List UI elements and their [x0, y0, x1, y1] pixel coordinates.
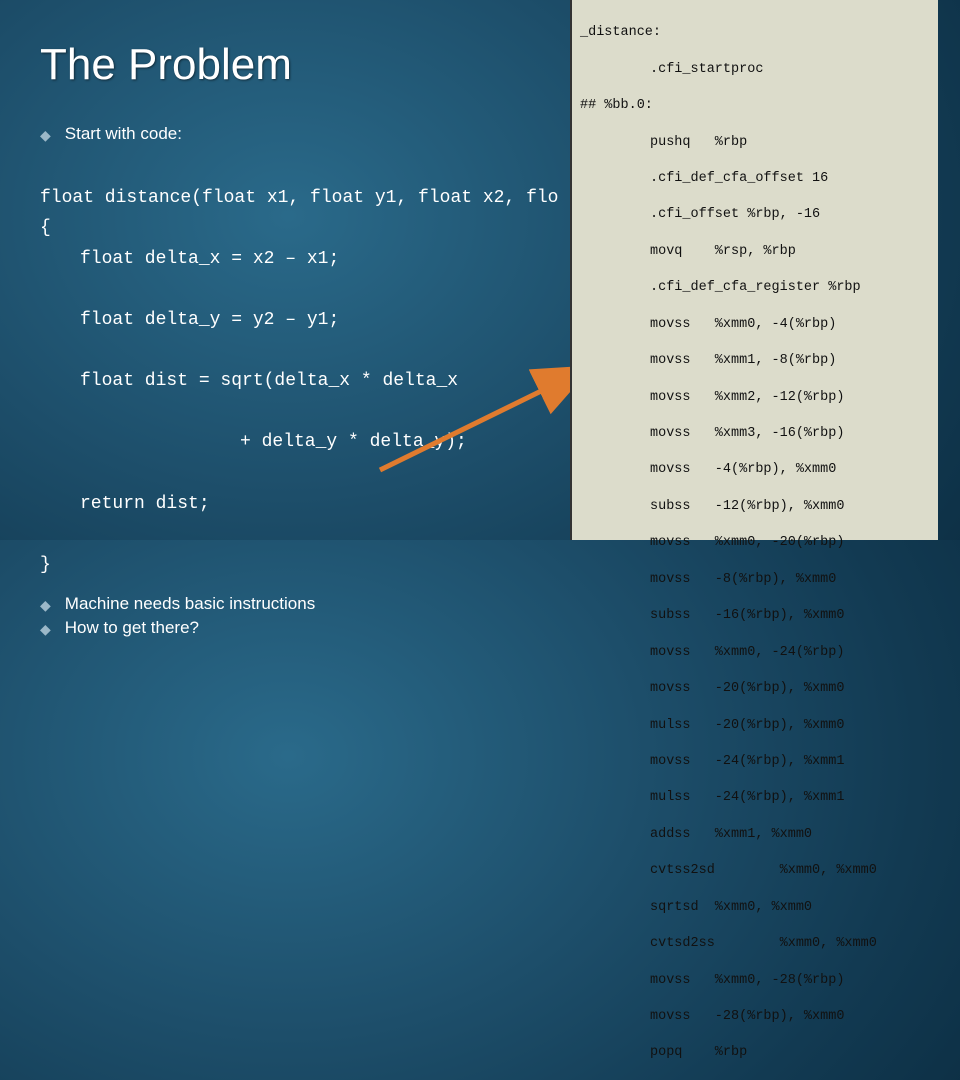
code-line: float delta_x = x2 – x1;: [40, 244, 560, 275]
asm-line: movss %xmm0, -20(%rbp): [580, 534, 930, 552]
diamond-icon: ◆: [40, 127, 51, 144]
diamond-icon: ◆: [40, 621, 51, 638]
asm-line: .cfi_def_cfa_offset 16: [580, 170, 930, 188]
asm-line: .cfi_offset %rbp, -16: [580, 206, 930, 224]
asm-line: movss -20(%rbp), %xmm0: [580, 680, 930, 698]
asm-line: ## %bb.0:: [580, 97, 930, 115]
code-line: float dist = sqrt(delta_x * delta_x: [40, 366, 560, 397]
source-code-block: float distance(float x1, float y1, float…: [40, 152, 560, 580]
asm-line: .cfi_startproc: [580, 61, 930, 79]
code-line: }: [40, 555, 51, 575]
code-line: {: [40, 218, 51, 238]
asm-line: movss -28(%rbp), %xmm0: [580, 1008, 930, 1026]
asm-line: movss -8(%rbp), %xmm0: [580, 571, 930, 589]
diamond-icon: ◆: [40, 597, 51, 614]
code-line: return dist;: [40, 489, 560, 520]
asm-line: movss %xmm2, -12(%rbp): [580, 389, 930, 407]
asm-line: movss -24(%rbp), %xmm1: [580, 753, 930, 771]
asm-line: movss %xmm0, -28(%rbp): [580, 972, 930, 990]
asm-line: sqrtsd %xmm0, %xmm0: [580, 899, 930, 917]
asm-line: cvtss2sd %xmm0, %xmm0: [580, 862, 930, 880]
bullet-label: Start with code:: [65, 124, 182, 144]
asm-line: movss %xmm3, -16(%rbp): [580, 425, 930, 443]
asm-line: addss %xmm1, %xmm0: [580, 826, 930, 844]
bullet-machine-needs: ◆ Machine needs basic instructions: [40, 594, 560, 614]
asm-line: movss %xmm0, -24(%rbp): [580, 644, 930, 662]
asm-line: movq %rsp, %rbp: [580, 243, 930, 261]
asm-line: movss -4(%rbp), %xmm0: [580, 461, 930, 479]
bullet-label: Machine needs basic instructions: [65, 594, 315, 614]
asm-line: mulss -24(%rbp), %xmm1: [580, 789, 930, 807]
asm-line: cvtsd2ss %xmm0, %xmm0: [580, 935, 930, 953]
asm-line: pushq %rbp: [580, 134, 930, 152]
bullet-label: How to get there?: [65, 618, 199, 638]
code-line: float distance(float x1, float y1, float…: [40, 188, 558, 208]
bullet-start-with-code: ◆ Start with code:: [40, 124, 560, 144]
asm-line: popq %rbp: [580, 1044, 930, 1062]
asm-line: movss %xmm1, -8(%rbp): [580, 352, 930, 370]
asm-line: mulss -20(%rbp), %xmm0: [580, 717, 930, 735]
code-line: float delta_y = y2 – y1;: [40, 305, 560, 336]
code-line: + delta_y * delta_y);: [40, 427, 560, 458]
page-title: The Problem: [40, 40, 292, 90]
bullet-how-to-get-there: ◆ How to get there?: [40, 618, 560, 638]
asm-line: movss %xmm0, -4(%rbp): [580, 316, 930, 334]
asm-line: .cfi_def_cfa_register %rbp: [580, 279, 930, 297]
asm-line: subss -16(%rbp), %xmm0: [580, 607, 930, 625]
slide-content: ◆ Start with code: float distance(float …: [40, 120, 560, 642]
assembly-listing: _distance: .cfi_startproc ## %bb.0: push…: [570, 0, 938, 540]
asm-line: _distance:: [580, 24, 930, 42]
asm-line: subss -12(%rbp), %xmm0: [580, 498, 930, 516]
